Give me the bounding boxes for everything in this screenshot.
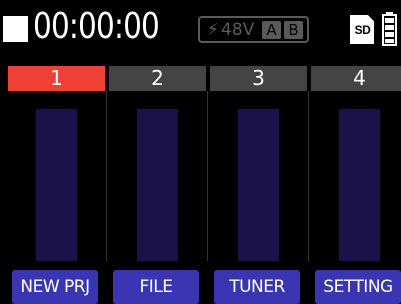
track-area: 1 NEW PRJ 2 FILE 3 TUNER 4 SETTING bbox=[0, 66, 401, 304]
file-button[interactable]: FILE bbox=[113, 270, 199, 304]
phantom-channel-b: B bbox=[284, 21, 303, 39]
setting-button[interactable]: SETTING bbox=[315, 270, 401, 304]
timecode-display: 00:00:00 bbox=[33, 6, 160, 47]
phantom-power-label: 48V bbox=[221, 20, 255, 40]
battery-icon bbox=[382, 12, 397, 46]
bolt-icon: ⚡ bbox=[207, 20, 219, 39]
track-2-level-meter bbox=[137, 109, 178, 261]
track-divider bbox=[207, 91, 208, 261]
track-2[interactable]: 2 FILE bbox=[109, 66, 206, 304]
phantom-channel-a: A bbox=[262, 21, 281, 39]
track-3[interactable]: 3 TUNER bbox=[210, 66, 307, 304]
track-4-level-meter bbox=[339, 109, 380, 261]
status-bar: 00:00:00 ⚡ 48V A B SD bbox=[0, 0, 401, 60]
tuner-button[interactable]: TUNER bbox=[214, 270, 300, 304]
track-divider bbox=[106, 91, 107, 261]
track-3-header[interactable]: 3 bbox=[210, 66, 307, 91]
track-2-header[interactable]: 2 bbox=[109, 66, 206, 91]
sd-card-label: SD bbox=[354, 23, 371, 37]
track-3-level-meter bbox=[238, 109, 279, 261]
track-1[interactable]: 1 NEW PRJ bbox=[8, 66, 105, 304]
track-1-level-meter bbox=[36, 109, 77, 261]
phantom-power-indicator: ⚡ 48V A B bbox=[198, 16, 309, 43]
track-4[interactable]: 4 SETTING bbox=[311, 66, 401, 304]
track-divider bbox=[308, 91, 309, 261]
track-4-header[interactable]: 4 bbox=[311, 66, 401, 91]
track-1-header[interactable]: 1 bbox=[8, 66, 105, 91]
stop-icon bbox=[3, 16, 28, 42]
new-project-button[interactable]: NEW PRJ bbox=[12, 270, 98, 304]
